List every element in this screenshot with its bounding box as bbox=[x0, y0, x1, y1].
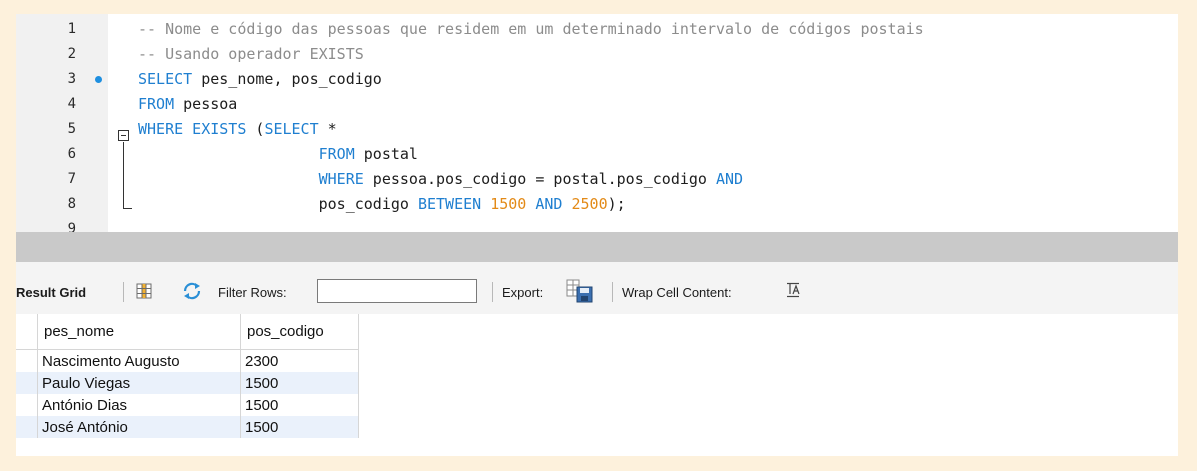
code-text: SELECT pes_nome, pos_codigo bbox=[138, 68, 382, 90]
code-text: -- Nome e código das pessoas que residem… bbox=[138, 18, 924, 40]
sql-text: pessoa.pos_codigo = postal.pos_codigo bbox=[363, 170, 716, 188]
toolbar-separator bbox=[123, 282, 124, 302]
code-text: WHERE EXISTS (SELECT * bbox=[138, 118, 337, 140]
sql-number: 2500 bbox=[571, 195, 608, 213]
workbench-frame: 1 -- Nome e código das pessoas que reside… bbox=[16, 14, 1178, 456]
wrap-cell-icon[interactable] bbox=[786, 282, 802, 303]
sql-text: ( bbox=[246, 120, 265, 138]
sql-keyword: WHERE bbox=[318, 170, 364, 188]
line-number: 3 bbox=[67, 71, 76, 87]
code-line[interactable]: 3 SELECT pes_nome, pos_codigo bbox=[16, 68, 1178, 90]
row-header-corner[interactable] bbox=[16, 314, 38, 350]
line-number: 5 bbox=[67, 121, 76, 137]
row-header[interactable] bbox=[16, 372, 38, 394]
code-line[interactable]: 5 WHERE EXISTS (SELECT * bbox=[16, 118, 1178, 140]
code-line[interactable]: 8 pos_codigo BETWEEN 1500 AND 2500); bbox=[16, 193, 1178, 215]
code-line[interactable]: 2 -- Usando operador EXISTS bbox=[16, 43, 1178, 65]
code-text: -- Usando operador EXISTS bbox=[138, 43, 364, 65]
results-toolbar: Result Grid Filter Rows: Export: Wrap Ce… bbox=[16, 262, 1178, 314]
sql-keyword: SELECT bbox=[264, 120, 319, 138]
fold-guide-line bbox=[123, 142, 124, 209]
line-number: 4 bbox=[67, 96, 76, 112]
line-number: 1 bbox=[67, 21, 76, 37]
sql-text: postal bbox=[354, 145, 418, 163]
cell-pos-codigo[interactable]: 2300 bbox=[240, 349, 359, 372]
grid-view-icon[interactable] bbox=[136, 283, 152, 304]
export-label: Export: bbox=[502, 285, 544, 300]
panel-splitter[interactable] bbox=[16, 232, 1178, 262]
cell-pes-nome[interactable]: José António bbox=[37, 416, 241, 438]
code-line[interactable]: 1 -- Nome e código das pessoas que reside… bbox=[16, 18, 1178, 40]
sql-keyword: WHERE EXISTS bbox=[138, 120, 247, 138]
toolbar-separator bbox=[612, 282, 613, 302]
filter-rows-label: Filter Rows: bbox=[218, 285, 287, 300]
sql-keyword: SELECT bbox=[138, 70, 193, 88]
sql-text: pessoa bbox=[174, 95, 238, 113]
line-number: 9 bbox=[67, 221, 76, 232]
cell-pes-nome[interactable]: Paulo Viegas bbox=[37, 372, 241, 394]
table-header-row: pes_nome pos_codigo bbox=[16, 314, 359, 350]
sql-comment: -- Usando operador EXISTS bbox=[138, 45, 364, 63]
code-text: WHERE pessoa.pos_codigo = postal.pos_cod… bbox=[138, 168, 743, 190]
sql-text: * bbox=[318, 120, 337, 138]
row-header[interactable] bbox=[16, 394, 38, 416]
table-row[interactable]: José António 1500 bbox=[16, 416, 359, 438]
cell-pos-codigo[interactable]: 1500 bbox=[240, 394, 359, 416]
sql-keyword: FROM bbox=[318, 145, 355, 163]
result-grid[interactable]: pes_nome pos_codigo Nascimento Augusto 2… bbox=[16, 314, 1178, 456]
code-line[interactable]: 6 FROM postal bbox=[16, 143, 1178, 165]
table-row[interactable]: Paulo Viegas 1500 bbox=[16, 372, 359, 394]
sql-editor[interactable]: 1 -- Nome e código das pessoas que reside… bbox=[16, 14, 1178, 232]
line-number: 6 bbox=[67, 146, 76, 162]
collapse-fold-icon[interactable] bbox=[118, 130, 129, 141]
cell-pes-nome[interactable]: Nascimento Augusto bbox=[37, 349, 241, 372]
line-number: 8 bbox=[67, 196, 76, 212]
sql-keyword: FROM bbox=[138, 95, 175, 113]
cell-pos-codigo[interactable]: 1500 bbox=[240, 416, 359, 438]
fold-guide-end bbox=[123, 208, 132, 209]
code-line[interactable]: 7 WHERE pessoa.pos_codigo = postal.pos_c… bbox=[16, 168, 1178, 190]
sql-keyword: BETWEEN bbox=[417, 195, 482, 213]
sql-text: pos_codigo bbox=[138, 195, 418, 213]
table-row[interactable]: Nascimento Augusto 2300 bbox=[16, 349, 359, 372]
code-text: FROM pessoa bbox=[138, 93, 237, 115]
wrap-cell-label: Wrap Cell Content: bbox=[622, 285, 732, 300]
refresh-icon[interactable] bbox=[182, 282, 202, 305]
code-text: FROM postal bbox=[138, 143, 418, 165]
column-header-pes-nome[interactable]: pes_nome bbox=[37, 314, 241, 350]
cell-pes-nome[interactable]: António Dias bbox=[37, 394, 241, 416]
sql-text: pes_nome, pos_codigo bbox=[192, 70, 382, 88]
results-panel: Result Grid Filter Rows: Export: Wrap Ce… bbox=[16, 262, 1178, 456]
statement-dot-icon bbox=[95, 76, 102, 83]
result-table: pes_nome pos_codigo Nascimento Augusto 2… bbox=[16, 314, 359, 438]
code-line[interactable]: 4 FROM pessoa bbox=[16, 93, 1178, 115]
cell-pos-codigo[interactable]: 1500 bbox=[240, 372, 359, 394]
sql-keyword: AND bbox=[535, 195, 563, 213]
code-text: pos_codigo BETWEEN 1500 AND 2500); bbox=[138, 193, 626, 215]
sql-comment: -- Nome e código das pessoas que residem… bbox=[138, 20, 924, 38]
row-header[interactable] bbox=[16, 416, 38, 438]
table-row[interactable]: António Dias 1500 bbox=[16, 394, 359, 416]
line-number: 7 bbox=[67, 171, 76, 187]
sql-text: ); bbox=[607, 195, 626, 213]
sql-number: 1500 bbox=[490, 195, 527, 213]
toolbar-separator bbox=[492, 282, 493, 302]
code-line[interactable]: 9 bbox=[16, 218, 1178, 232]
row-header[interactable] bbox=[16, 349, 38, 372]
column-header-pos-codigo[interactable]: pos_codigo bbox=[240, 314, 359, 350]
sql-keyword: AND bbox=[715, 170, 744, 188]
line-number: 2 bbox=[67, 46, 76, 62]
result-grid-tab[interactable]: Result Grid bbox=[16, 285, 86, 300]
filter-rows-input[interactable] bbox=[317, 279, 477, 303]
export-icon[interactable] bbox=[566, 279, 594, 308]
